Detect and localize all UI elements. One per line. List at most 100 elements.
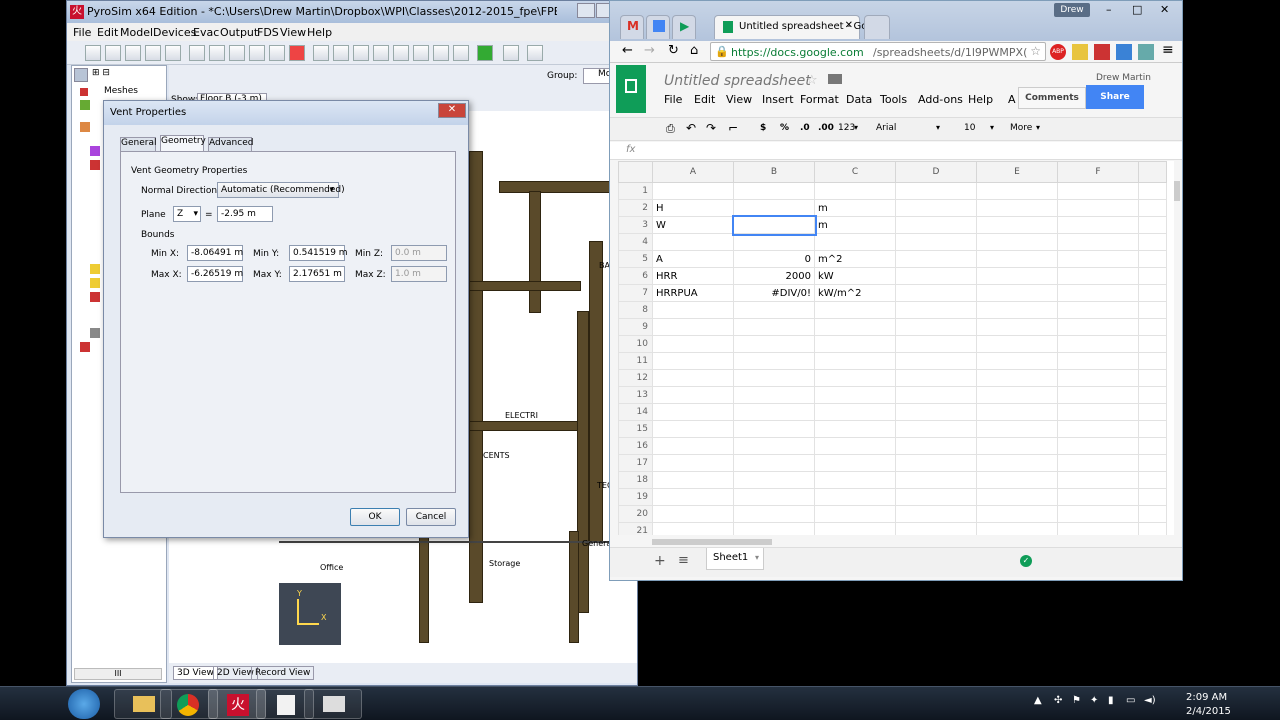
font-size-select[interactable]: 10 — [964, 123, 975, 133]
tool-c-icon[interactable] — [353, 45, 369, 61]
cell-b[interactable] — [733, 454, 815, 472]
row-header[interactable]: 21 — [618, 522, 653, 535]
cell-e[interactable] — [976, 284, 1058, 302]
undo-icon[interactable] — [189, 45, 205, 61]
comments-button[interactable]: Comments — [1018, 87, 1086, 109]
cell-b[interactable] — [733, 488, 815, 506]
cell-d[interactable] — [895, 369, 977, 387]
cell-f[interactable] — [1057, 267, 1139, 285]
star-icon[interactable]: ☆ — [806, 73, 818, 88]
cell-e[interactable] — [976, 369, 1058, 387]
vertical-scrollbar[interactable] — [1174, 181, 1180, 201]
menu-file[interactable]: File — [73, 26, 91, 39]
row-header[interactable]: 13 — [618, 386, 653, 404]
minimize-icon[interactable]: – — [1106, 3, 1112, 16]
open-folder-icon[interactable] — [105, 45, 121, 61]
cell-c[interactable] — [814, 522, 896, 535]
new-file-icon[interactable] — [85, 45, 101, 61]
sheets-logo-icon[interactable] — [616, 65, 646, 113]
cell-d[interactable] — [895, 182, 977, 200]
stop-icon[interactable] — [527, 45, 543, 61]
cell-e[interactable] — [976, 335, 1058, 353]
chrome-menu-icon[interactable]: ≡ — [1162, 42, 1174, 58]
cell-c[interactable] — [814, 471, 896, 489]
cell-g[interactable] — [1138, 454, 1167, 472]
cell-b[interactable]: #DIV/0! — [733, 284, 815, 302]
cell-d[interactable] — [895, 267, 977, 285]
cell-a[interactable] — [652, 352, 734, 370]
row-header[interactable]: 11 — [618, 352, 653, 370]
tree-scrollbar[interactable]: III — [74, 668, 162, 680]
menu-view[interactable]: View — [726, 93, 752, 106]
tool-h-icon[interactable] — [453, 45, 469, 61]
max-x-input[interactable]: -6.26519 m — [187, 266, 243, 282]
cell-e[interactable] — [976, 437, 1058, 455]
minimize-icon[interactable] — [577, 3, 595, 18]
tool-a-icon[interactable] — [313, 45, 329, 61]
column-header[interactable] — [1138, 161, 1167, 183]
tab-advanced[interactable]: Advanced — [208, 137, 253, 152]
home-icon[interactable]: ⌂ — [690, 43, 698, 58]
cell-f[interactable] — [1057, 488, 1139, 506]
cell-a[interactable] — [652, 318, 734, 336]
row-header[interactable]: 2 — [618, 199, 653, 217]
number-format-select[interactable]: 123 — [838, 123, 855, 133]
cell-b[interactable]: 2000 — [733, 267, 815, 285]
sheet-list-icon[interactable]: ≡ — [678, 553, 689, 568]
cell-a[interactable] — [652, 233, 734, 251]
cell-a[interactable] — [652, 505, 734, 523]
cell-c[interactable] — [814, 437, 896, 455]
cut-icon[interactable] — [229, 45, 245, 61]
cell-d[interactable] — [895, 505, 977, 523]
cell-d[interactable] — [895, 335, 977, 353]
pyrosim-titlebar[interactable]: 火 PyroSim x64 Edition - *C:\Users\Drew M… — [67, 1, 637, 23]
redo-icon[interactable] — [209, 45, 225, 61]
cell-g[interactable] — [1138, 505, 1167, 523]
cell-d[interactable] — [895, 403, 977, 421]
import-icon[interactable] — [145, 45, 161, 61]
tray-network-icon[interactable]: ▮ — [1108, 695, 1114, 706]
cell-e[interactable] — [976, 301, 1058, 319]
row-header[interactable]: 3 — [618, 216, 653, 234]
cell-g[interactable] — [1138, 471, 1167, 489]
menu-help[interactable]: Help — [307, 26, 332, 39]
cell-d[interactable] — [895, 454, 977, 472]
cell-b[interactable] — [733, 352, 815, 370]
tab-3d-view[interactable]: 3D View — [173, 666, 218, 680]
undo-icon[interactable]: ↶ — [686, 121, 696, 135]
extension-icon[interactable] — [1072, 44, 1088, 60]
cell-c[interactable] — [814, 420, 896, 438]
menu-format[interactable]: Format — [800, 93, 839, 106]
paint-format-icon[interactable]: ⌐ — [728, 121, 738, 135]
row-header[interactable]: 10 — [618, 335, 653, 353]
cell-f[interactable] — [1057, 437, 1139, 455]
cell-c[interactable] — [814, 454, 896, 472]
menu-edit[interactable]: Edit — [694, 93, 715, 106]
plane-value-input[interactable]: -2.95 m — [217, 206, 273, 222]
cell-e[interactable] — [976, 522, 1058, 535]
cell-g[interactable] — [1138, 437, 1167, 455]
cell-g[interactable] — [1138, 318, 1167, 336]
tree-expand-icon[interactable]: ⊞ ⊟ — [92, 68, 110, 78]
cell-a[interactable] — [652, 182, 734, 200]
row-header[interactable]: 17 — [618, 454, 653, 472]
row-header[interactable]: 15 — [618, 420, 653, 438]
menu-data[interactable]: Data — [846, 93, 872, 106]
cell-g[interactable] — [1138, 335, 1167, 353]
cell-f[interactable] — [1057, 233, 1139, 251]
cell-e[interactable] — [976, 352, 1058, 370]
forward-icon[interactable]: → — [644, 43, 655, 58]
cell-f[interactable] — [1057, 199, 1139, 217]
cell-g[interactable] — [1138, 488, 1167, 506]
min-x-input[interactable]: -8.06491 m — [187, 245, 243, 261]
cell-g[interactable] — [1138, 182, 1167, 200]
menu-help[interactable]: Help — [968, 93, 993, 106]
cell-f[interactable] — [1057, 403, 1139, 421]
cell-f[interactable] — [1057, 301, 1139, 319]
tray-app-icon[interactable]: ✦ — [1090, 695, 1098, 706]
column-header[interactable]: A — [652, 161, 734, 183]
cell-b[interactable] — [733, 403, 815, 421]
cell-f[interactable] — [1057, 369, 1139, 387]
tab-calendar[interactable] — [646, 15, 670, 39]
cell-c[interactable] — [814, 369, 896, 387]
